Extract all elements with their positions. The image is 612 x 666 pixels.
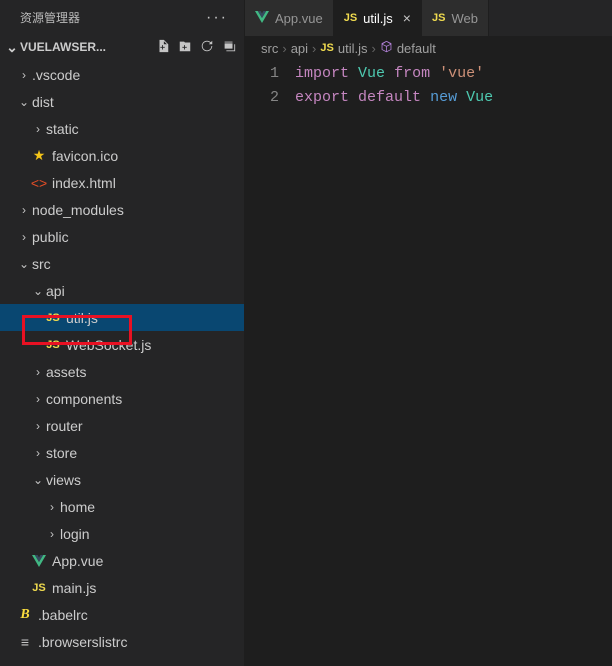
list-icon: ≡ [16, 634, 34, 650]
code-content[interactable]: import Vue from 'vue' export default new… [295, 62, 612, 110]
tree-folder-components[interactable]: › components [0, 385, 244, 412]
new-file-icon[interactable] [156, 39, 170, 56]
vue-icon [255, 11, 269, 26]
chevron-right-icon: › [371, 41, 375, 56]
js-icon: JS [320, 42, 333, 54]
chevron-right-icon: › [16, 203, 32, 217]
tree-folder-static[interactable]: › static [0, 115, 244, 142]
tree-folder-login[interactable]: › login [0, 520, 244, 547]
vue-icon [30, 555, 48, 567]
crumb-file[interactable]: util.js [338, 41, 368, 56]
tab-label: App.vue [275, 11, 323, 26]
chevron-right-icon: › [282, 41, 286, 56]
tree-file-websocket-js[interactable]: JS WebSocket.js [0, 331, 244, 358]
tree-folder-home[interactable]: › home [0, 493, 244, 520]
code-line: export default new Vue [295, 86, 612, 110]
tab-label: util.js [363, 11, 393, 26]
chevron-down-icon: ⌄ [4, 39, 20, 56]
star-icon: ★ [30, 147, 48, 164]
tab-label: Web [451, 11, 478, 26]
file-tree: › .vscode ⌄ dist › static ★ favicon.ico … [0, 59, 244, 666]
tree-file-favicon[interactable]: ★ favicon.ico [0, 142, 244, 169]
code-line: import Vue from 'vue' [295, 62, 612, 86]
chevron-down-icon: ⌄ [30, 473, 46, 487]
html-icon: <> [30, 175, 48, 191]
cube-icon [380, 40, 393, 56]
tree-folder-node-modules[interactable]: › node_modules [0, 196, 244, 223]
tree-file-browserslistrc[interactable]: ≡ .browserslistrc [0, 628, 244, 655]
js-icon: JS [30, 582, 48, 594]
tree-file-main-js[interactable]: JS main.js [0, 574, 244, 601]
explorer-title: 资源管理器 [20, 9, 80, 26]
crumb-src[interactable]: src [261, 41, 278, 56]
tree-folder-assets[interactable]: › assets [0, 358, 244, 385]
tree-file-app-vue[interactable]: App.vue [0, 547, 244, 574]
crumb-symbol[interactable]: default [397, 41, 436, 56]
chevron-right-icon: › [16, 68, 32, 82]
js-icon: JS [44, 339, 62, 351]
tree-file-babelrc[interactable]: B .babelrc [0, 601, 244, 628]
tree-folder-views[interactable]: ⌄ views [0, 466, 244, 493]
chevron-right-icon: › [312, 41, 316, 56]
crumb-api[interactable]: api [291, 41, 308, 56]
chevron-down-icon: ⌄ [16, 95, 32, 109]
line-gutter: 1 2 [245, 62, 295, 110]
refresh-icon[interactable] [200, 39, 214, 56]
project-header[interactable]: ⌄ VUELAWSER... [0, 35, 244, 59]
js-icon: JS [44, 312, 62, 324]
close-icon[interactable]: × [403, 10, 411, 26]
line-number: 1 [245, 62, 279, 86]
tree-folder-dist[interactable]: ⌄ dist [0, 88, 244, 115]
line-number: 2 [245, 86, 279, 110]
explorer-sidebar: 资源管理器 ··· ⌄ VUELAWSER... › .vscode ⌄ dis… [0, 0, 245, 666]
js-icon: JS [432, 12, 445, 24]
more-actions-icon[interactable]: ··· [206, 9, 228, 27]
explorer-header: 资源管理器 ··· [0, 0, 244, 35]
tree-folder-src[interactable]: ⌄ src [0, 250, 244, 277]
js-icon: JS [344, 12, 357, 24]
new-folder-icon[interactable] [178, 39, 192, 56]
chevron-right-icon: › [30, 419, 46, 433]
tree-folder-vscode[interactable]: › .vscode [0, 61, 244, 88]
chevron-right-icon: › [30, 392, 46, 406]
tab-util-js[interactable]: JS util.js × [334, 0, 422, 36]
breadcrumbs[interactable]: src › api › JS util.js › default [245, 36, 612, 60]
tab-web[interactable]: JS Web [422, 0, 489, 36]
chevron-right-icon: › [30, 365, 46, 379]
chevron-right-icon: › [30, 122, 46, 136]
chevron-right-icon: › [44, 500, 60, 514]
chevron-right-icon: › [30, 446, 46, 460]
project-name: VUELAWSER... [20, 40, 156, 54]
tree-folder-store[interactable]: › store [0, 439, 244, 466]
chevron-right-icon: › [16, 230, 32, 244]
chevron-down-icon: ⌄ [30, 284, 46, 298]
tree-folder-router[interactable]: › router [0, 412, 244, 439]
project-actions [156, 39, 236, 56]
tree-file-util-js[interactable]: JS util.js [0, 304, 244, 331]
tab-app-vue[interactable]: App.vue [245, 0, 334, 36]
collapse-all-icon[interactable] [222, 39, 236, 56]
tree-file-index-html[interactable]: <> index.html [0, 169, 244, 196]
code-editor[interactable]: 1 2 import Vue from 'vue' export default… [245, 60, 612, 110]
editor-tabs: App.vue JS util.js × JS Web [245, 0, 612, 36]
babel-icon: B [16, 607, 34, 623]
editor-area: App.vue JS util.js × JS Web src › api › … [245, 0, 612, 666]
chevron-right-icon: › [44, 527, 60, 541]
tree-folder-api[interactable]: ⌄ api [0, 277, 244, 304]
chevron-down-icon: ⌄ [16, 257, 32, 271]
tree-folder-public[interactable]: › public [0, 223, 244, 250]
